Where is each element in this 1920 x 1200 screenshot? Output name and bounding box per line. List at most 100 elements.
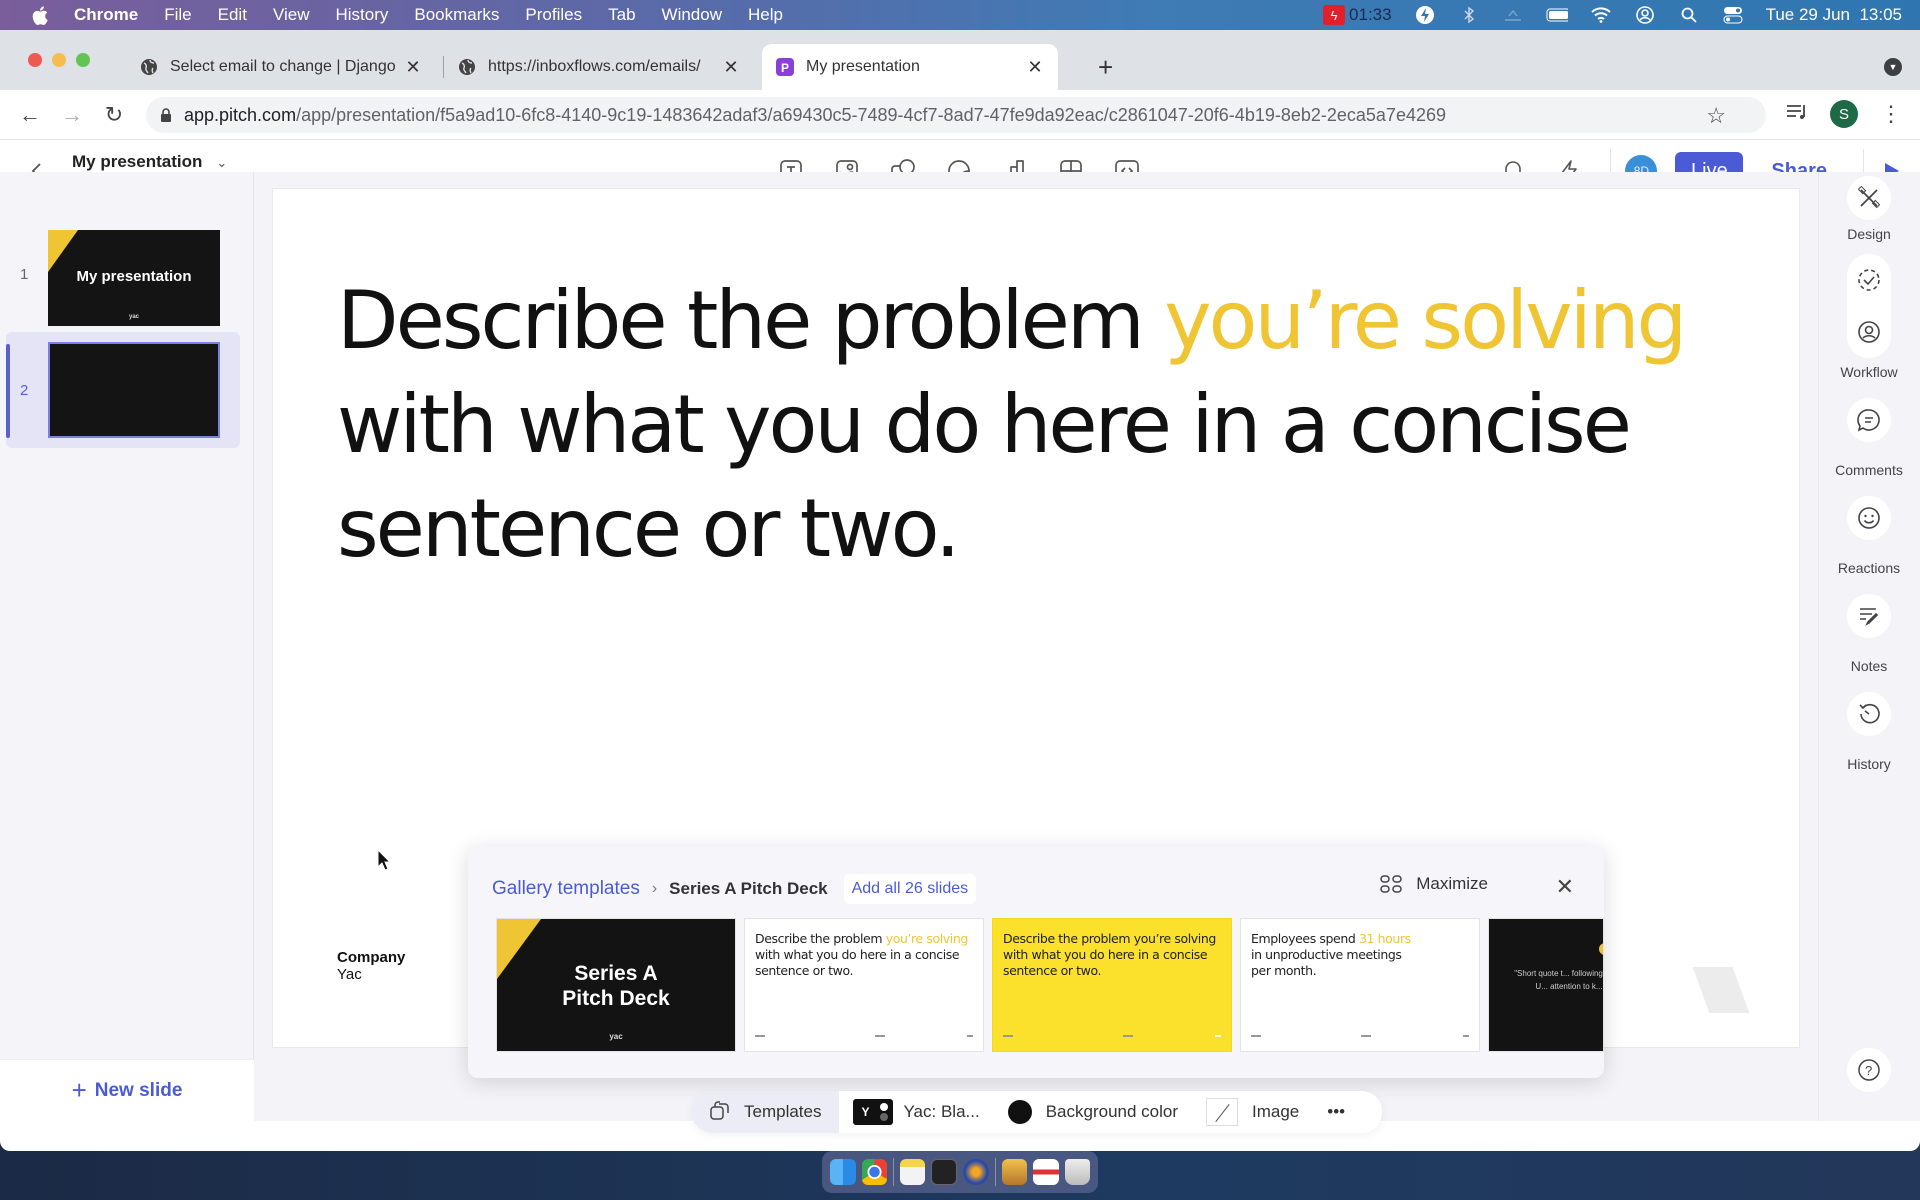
slide-item-1[interactable]: 1 My presentation yac xyxy=(6,220,240,336)
browser-tab-inboxflows[interactable]: https://inboxflows.com/emails/ ✕ xyxy=(444,44,754,90)
new-slide-button[interactable]: + New slide xyxy=(0,1059,254,1121)
control-center-icon[interactable] xyxy=(1722,5,1744,25)
close-tab-icon[interactable]: ✕ xyxy=(1026,57,1044,78)
recording-indicator[interactable]: ϟ 01:33 xyxy=(1323,5,1392,25)
bluetooth-off-icon[interactable] xyxy=(1458,5,1480,25)
gallery-templates-popup: Gallery templates › Series A Pitch Deck … xyxy=(468,846,1604,1078)
browser-tab-django[interactable]: Select email to change | Django ✕ xyxy=(126,44,436,90)
forward-arrow-icon[interactable]: → xyxy=(60,102,84,127)
tab-title: https://inboxflows.com/emails/ xyxy=(488,58,701,75)
menu-app-chrome[interactable]: Chrome xyxy=(74,5,138,25)
template-thumbnail[interactable]: Describe the problem you’re solving with… xyxy=(744,918,984,1052)
company-label: Company xyxy=(337,949,406,966)
address-bar-row: ← → ↻ app.pitch.com/app/presentation/f5a… xyxy=(0,90,1920,140)
reactions-label: Reactions xyxy=(1837,560,1901,576)
background-image-button[interactable]: Image xyxy=(1192,1091,1313,1133)
back-arrow-icon[interactable]: ← xyxy=(18,102,42,127)
reactions-button[interactable] xyxy=(1847,496,1891,540)
theme-button[interactable]: Y Yac: Bla... xyxy=(839,1091,993,1133)
workflow-button[interactable] xyxy=(1847,254,1891,358)
chrome-app-icon[interactable] xyxy=(861,1159,887,1185)
lock-icon[interactable] xyxy=(160,107,174,123)
wifi-icon[interactable] xyxy=(1590,5,1612,25)
template-thumbnail[interactable]: Employees spend 31 hours in unproductive… xyxy=(1240,918,1480,1052)
help-button[interactable]: ? xyxy=(1847,1048,1891,1092)
add-all-slides-button[interactable]: Add all 26 slides xyxy=(843,874,977,904)
menu-file[interactable]: File xyxy=(164,5,191,25)
breadcrumb-current: Series A Pitch Deck xyxy=(669,879,828,898)
tab-search-chevron-icon[interactable]: ▼ xyxy=(1884,58,1902,76)
comments-button[interactable] xyxy=(1847,398,1891,442)
background-color-button[interactable]: Background color xyxy=(994,1091,1192,1133)
battery-icon[interactable] xyxy=(1546,5,1568,25)
template-footer xyxy=(1251,1035,1469,1041)
templates-button[interactable]: Templates xyxy=(692,1091,840,1133)
screen-capture-app-icon[interactable] xyxy=(1033,1159,1059,1185)
pitch-icon: P xyxy=(776,58,794,76)
history-button[interactable] xyxy=(1847,692,1891,736)
assignee-icon[interactable] xyxy=(1847,306,1891,358)
close-tab-icon[interactable]: ✕ xyxy=(404,57,422,78)
slide-thumbnail[interactable]: My presentation yac xyxy=(48,230,220,326)
drag-ghost-shape xyxy=(1692,967,1750,1013)
spotlight-search-icon[interactable] xyxy=(1678,5,1700,25)
trash-icon[interactable] xyxy=(1064,1159,1090,1185)
design-button[interactable] xyxy=(1847,176,1891,220)
menu-bookmarks[interactable]: Bookmarks xyxy=(414,5,499,25)
bookmark-star-icon[interactable]: ☆ xyxy=(1706,103,1726,129)
globe-icon xyxy=(140,58,158,76)
slide-accent-shape xyxy=(48,230,78,272)
menu-help[interactable]: Help xyxy=(748,5,783,25)
menu-window[interactable]: Window xyxy=(662,5,722,25)
template-footer xyxy=(755,1035,973,1041)
gallery-templates-link[interactable]: Gallery templates xyxy=(492,878,640,900)
minimize-window-button[interactable] xyxy=(52,53,66,67)
notes-app-icon[interactable] xyxy=(899,1159,926,1185)
menu-history[interactable]: History xyxy=(335,5,388,25)
help-icon: ? xyxy=(1858,1059,1880,1081)
menubar-clock[interactable]: Tue 29 Jun 13:05 xyxy=(1766,5,1902,25)
template-thumbnail[interactable]: Describe the problem you’re solving with… xyxy=(992,918,1232,1052)
menu-view[interactable]: View xyxy=(273,5,310,25)
slide-item-2[interactable]: 2 xyxy=(6,332,240,448)
wifi-extension-icon[interactable] xyxy=(1502,5,1524,25)
close-window-button[interactable] xyxy=(28,53,42,67)
template-quote: "Short quote t... following slide. U... … xyxy=(1514,969,1603,991)
slide-headline[interactable]: Describe the problem you’re solving with… xyxy=(337,269,1737,581)
svg-text:P: P xyxy=(781,61,789,75)
apple-icon[interactable] xyxy=(30,5,50,25)
profile-avatar[interactable]: S xyxy=(1830,100,1858,128)
more-options-button[interactable]: ••• xyxy=(1313,1091,1359,1133)
maximize-button[interactable]: Maximize xyxy=(1380,874,1488,894)
reload-icon[interactable]: ↻ xyxy=(102,102,126,127)
company-block[interactable]: Company Yac xyxy=(337,949,405,983)
history-label: History xyxy=(1847,756,1891,772)
terminal-app-icon[interactable] xyxy=(931,1159,958,1185)
reading-list-icon[interactable] xyxy=(1786,103,1808,126)
presentation-title[interactable]: My presentation ⌄ xyxy=(72,152,227,172)
url-field[interactable]: app.pitch.com/app/presentation/f5a9ad10-… xyxy=(146,97,1766,133)
template-thumbnails: Series A Pitch Deck yac Describe the prob… xyxy=(496,918,1604,1052)
reeder-app-icon[interactable] xyxy=(963,1159,989,1185)
new-tab-button[interactable]: + xyxy=(1098,52,1113,83)
notes-button[interactable] xyxy=(1847,594,1891,638)
slide-number: 2 xyxy=(20,382,29,399)
close-icon[interactable]: ✕ xyxy=(1556,874,1574,900)
status-check-icon[interactable] xyxy=(1847,254,1891,306)
browser-tab-pitch[interactable]: P My presentation ✕ xyxy=(762,44,1058,90)
menu-edit[interactable]: Edit xyxy=(218,5,247,25)
menu-profiles[interactable]: Profiles xyxy=(525,5,582,25)
template-thumbnail[interactable]: Series A Pitch Deck yac xyxy=(496,918,736,1052)
slide-thumbnail[interactable] xyxy=(48,342,220,438)
template-thumbnail[interactable]: "Short quote t... following slide. U... … xyxy=(1488,918,1604,1052)
user-icon[interactable] xyxy=(1634,5,1656,25)
preview-app-icon[interactable] xyxy=(1001,1159,1027,1185)
browser-menu-icon[interactable]: ⋮ xyxy=(1880,103,1902,125)
zoom-window-button[interactable] xyxy=(76,53,90,67)
close-tab-icon[interactable]: ✕ xyxy=(722,57,740,78)
finder-app-icon[interactable] xyxy=(830,1159,856,1185)
menu-tab[interactable]: Tab xyxy=(608,5,635,25)
bolt-icon[interactable] xyxy=(1414,5,1436,25)
chevron-down-icon[interactable]: ⌄ xyxy=(216,155,227,170)
svg-text:?: ? xyxy=(1865,1063,1872,1078)
